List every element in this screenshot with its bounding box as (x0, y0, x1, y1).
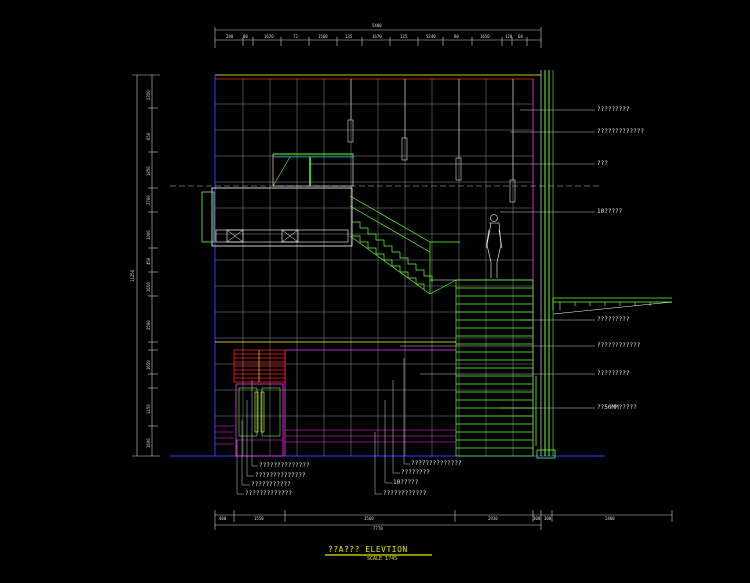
left-dim-6: 450 (146, 257, 151, 265)
top-dim-6: 135 (345, 34, 353, 39)
bottom-dim-1: 400 (219, 516, 227, 521)
callout-right-6: ???????????? (597, 342, 641, 349)
left-dim-1: 2350 (146, 90, 151, 100)
top-dim-9: 5240 (426, 34, 436, 39)
background (0, 0, 750, 583)
callout-bottom-1: ?????????????? (259, 462, 310, 469)
bottom-dim-3: 3560 (364, 516, 374, 521)
top-dim-8: 135 (400, 34, 408, 39)
left-dim-9: 1650 (146, 360, 151, 370)
left-dim-7: 1650 (146, 282, 151, 292)
top-dim-5: 1560 (318, 34, 328, 39)
left-dim-5: 1000 (146, 230, 151, 240)
elevation-drawing (0, 0, 750, 583)
top-dim-4: 72 (293, 34, 298, 39)
left-dim-4: 2700 (146, 195, 151, 205)
callout-bottom-8: ???????????? (383, 490, 427, 497)
callout-bottom-3: ??????????? (251, 481, 291, 488)
top-dim-2: 80 (243, 34, 248, 39)
bottom-dim-7: 2400 (605, 516, 615, 521)
top-dim-13: 68 (518, 34, 523, 39)
top-overall-dim: 5400 (372, 23, 382, 28)
callout-right-5: ????????? (597, 316, 630, 323)
bottom-dim-4: 2930 (488, 516, 498, 521)
callout-right-2: ????????????? (597, 128, 644, 135)
top-dim-10: 80 (454, 34, 459, 39)
callout-right-4: 10????? (597, 208, 623, 215)
drawing-scale: SCALE 1?45 (367, 556, 398, 562)
top-dim-11: 1650 (480, 34, 490, 39)
left-dim-3: 1850 (146, 166, 151, 176)
left-dim-8: 2500 (146, 320, 151, 330)
callout-bottom-2: ?????????????? (255, 472, 306, 479)
callout-bottom-6: ???????? (401, 469, 430, 476)
top-dim-12: 120 (505, 34, 513, 39)
drawing-title: ??A??? ELEVTION (328, 545, 408, 554)
bottom-dim-2: 1550 (254, 516, 264, 521)
top-dim-7: 1670 (372, 34, 382, 39)
callout-bottom-7: 10????? (393, 479, 419, 486)
callout-bottom-5: ?????????????? (411, 460, 462, 467)
callout-right-1: ????????? (597, 106, 630, 113)
top-dim-3: 1670 (264, 34, 274, 39)
callout-bottom-4: ????????????? (245, 490, 292, 497)
bottom-dim-5: 300 (533, 516, 541, 521)
left-overall-dim: 11250 (130, 269, 135, 282)
callout-right-3: ??? (597, 160, 608, 167)
callout-right-8: ??50MM????? (597, 404, 637, 411)
left-dim-10: 1150 (146, 404, 151, 414)
top-dim-1: 280 (226, 34, 234, 39)
bottom-overall-dim: 7770 (373, 526, 383, 531)
callout-right-7: ????????? (597, 370, 630, 377)
left-dim-11: 1600 (146, 438, 151, 448)
bottom-dim-6: 300 (544, 516, 552, 521)
left-dim-2: 650 (146, 132, 151, 140)
